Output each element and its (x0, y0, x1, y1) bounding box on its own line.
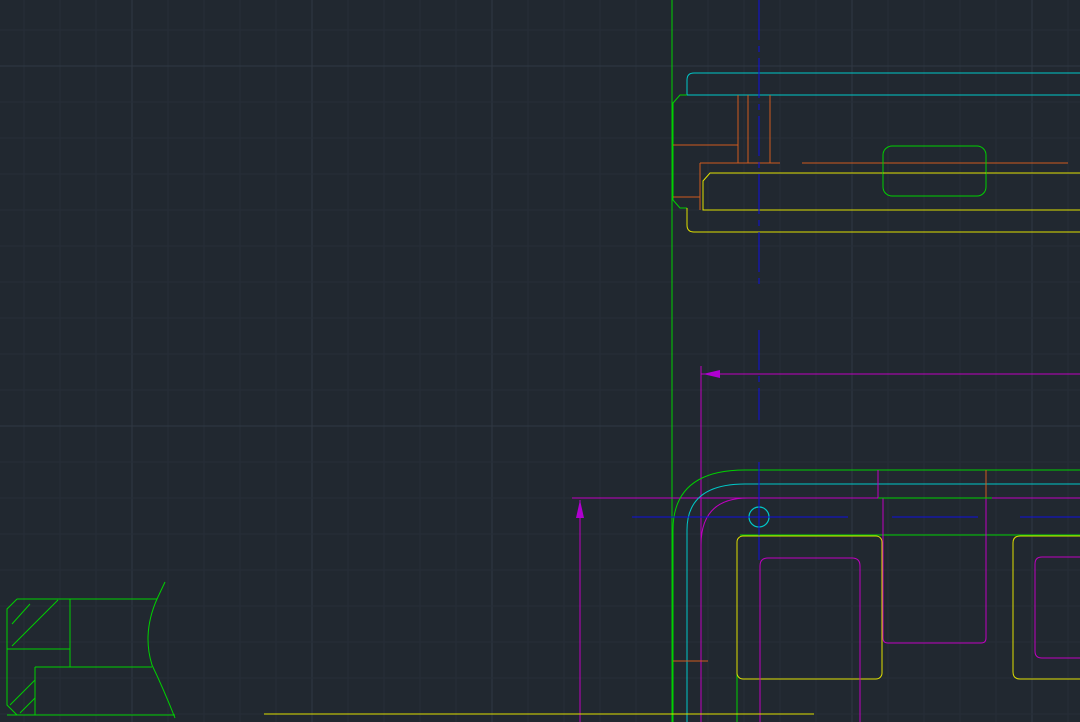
pocket-2-inner[interactable] (1034, 556, 1080, 659)
hidden-detail-lines (673, 95, 1068, 210)
dimension-arrow-left (703, 370, 720, 378)
plan-outer-outline[interactable] (672, 469, 1080, 722)
left-profile-edge[interactable] (672, 94, 687, 209)
bottom-plan-view[interactable] (632, 462, 1080, 722)
body-lower-edge[interactable] (686, 208, 1080, 233)
section-left-edge (6, 598, 18, 716)
dimension-group[interactable] (572, 366, 1080, 722)
section-hatching (9, 599, 59, 714)
dimension-arrow-up (576, 500, 584, 518)
cad-drawing-viewport[interactable] (0, 0, 1080, 722)
background-grid (0, 0, 1080, 722)
section-break-tick (156, 581, 166, 600)
pocket-1-inner[interactable] (759, 557, 861, 722)
body-upper-block[interactable] (702, 172, 1080, 211)
top-rail-outer-edge[interactable] (686, 72, 1080, 95)
cad-drawing-canvas[interactable] (0, 0, 1080, 722)
hatched-section-detail[interactable] (6, 581, 176, 719)
slot-outline[interactable] (882, 145, 987, 197)
top-section-view[interactable] (672, 0, 1080, 288)
